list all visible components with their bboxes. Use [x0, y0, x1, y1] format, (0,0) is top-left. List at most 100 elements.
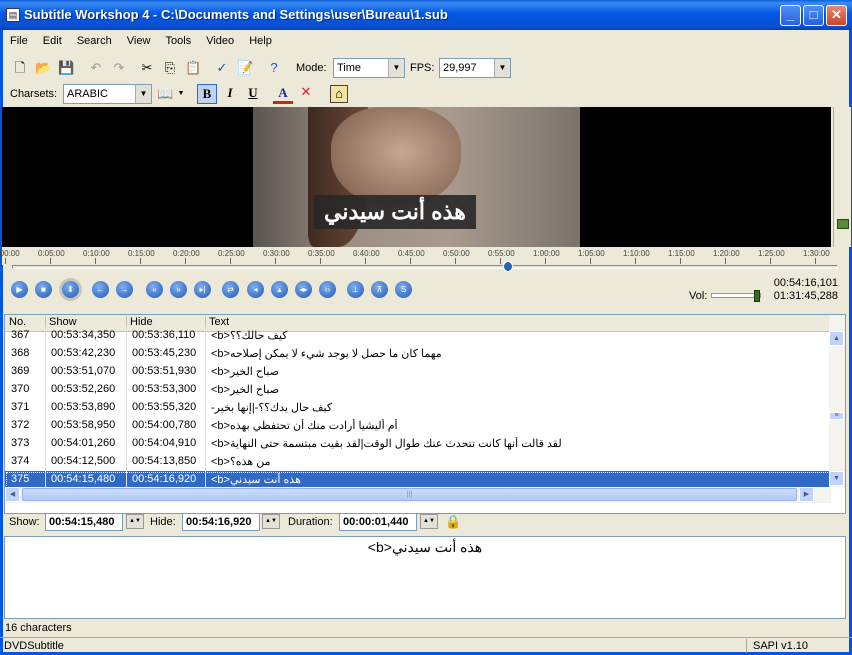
clear-format-button[interactable]: ✕ [296, 84, 316, 104]
font-color-button[interactable]: A [273, 84, 293, 104]
cut-icon[interactable]: ✂ [139, 60, 155, 76]
table-row[interactable]: 367 00:53:34,350 00:53:36,110 <b>كيف حالك؟؟ [5, 327, 831, 345]
help-icon[interactable]: ? [266, 60, 282, 76]
forward-icon[interactable]: → [116, 281, 133, 298]
undo-icon[interactable]: ↶ [88, 60, 104, 76]
charset-select[interactable]: ARABIC ▼ [63, 84, 152, 104]
cell-text: <b>مهما كان ما حصل لا يوجد شيء لا يمكن إ… [211, 348, 442, 360]
show-time-field[interactable]: 00:54:15,480 [45, 513, 123, 531]
hide-time-field[interactable]: 00:54:16,920 [182, 513, 260, 531]
table-row[interactable]: 369 00:53:51,070 00:53:51,930 <b>صباح الخير [5, 363, 831, 381]
timeline-tick-mark [725, 258, 726, 264]
chevron-down-icon[interactable]: ▼ [494, 59, 510, 77]
subtitle-text-editor[interactable]: <b>هذه أنت سيدني [4, 536, 846, 619]
open-folder-icon[interactable]: 📂 [35, 60, 51, 76]
fps-label: FPS: [410, 62, 435, 74]
chevron-down-icon[interactable]: ▼ [173, 86, 189, 102]
step-forward-icon[interactable]: ▸| [194, 281, 211, 298]
grid-horizontal-scrollbar[interactable]: ◀ ||| ▶ [5, 487, 831, 503]
italic-button[interactable]: I [220, 84, 240, 104]
duration-spinner[interactable]: ▲▼ [420, 514, 438, 529]
table-row[interactable]: 368 00:53:42,230 00:53:45,230 <b>مهما كان م… [5, 345, 831, 363]
volume-slider[interactable] [711, 290, 761, 302]
cell-show: 00:54:12,500 [51, 455, 116, 467]
menu-edit[interactable]: Edit [37, 33, 68, 49]
previous-subtitle-icon[interactable]: « [146, 281, 163, 298]
home-icon[interactable]: ⌂ [330, 85, 348, 103]
maximize-button[interactable]: □ [803, 5, 824, 26]
scroll-down-icon[interactable]: ▼ [829, 471, 844, 486]
timeline-ruler[interactable]: 0:00:00 0:05:00 0:10:00 0:15:00 0:20:00 0:25:… [0, 247, 831, 265]
editor-text[interactable]: <b>هذه أنت سيدني [5, 539, 845, 556]
fps-select[interactable]: 29,997 ▼ [439, 58, 511, 78]
book-icon[interactable]: 📖 [157, 86, 173, 102]
volume-thumb[interactable] [754, 290, 760, 302]
video-face [331, 107, 461, 207]
show-time-spinner[interactable]: ▲▼ [126, 514, 144, 529]
loop-icon[interactable]: ⇄ [222, 281, 239, 298]
cell-hide: 00:54:04,910 [132, 437, 197, 449]
cell-hide: 00:53:55,320 [132, 401, 197, 413]
scroll-follow-icon[interactable]: ⬇ [62, 281, 79, 298]
chevron-down-icon[interactable]: ▼ [135, 85, 151, 103]
mode-select[interactable]: Time ▼ [333, 58, 405, 78]
table-row[interactable]: 374 00:54:12,500 00:54:13,850 <b>من هذه؟ [5, 453, 831, 471]
menu-bar: File Edit Search View Tools Video Help [4, 33, 278, 51]
redo-icon[interactable]: ↷ [111, 60, 127, 76]
menu-tools[interactable]: Tools [159, 33, 197, 49]
save-icon[interactable]: 💾 [58, 60, 74, 76]
set-end-icon[interactable]: ▴ [271, 281, 288, 298]
duration-field[interactable]: 00:00:01,440 [339, 513, 417, 531]
table-row[interactable]: 370 00:53:52,260 00:53:53,300 <b>صباح الخير [5, 381, 831, 399]
end-subtitle-icon[interactable]: ‹› [319, 281, 336, 298]
new-file-icon[interactable]: 🗋 [12, 60, 28, 76]
set-start-icon[interactable]: ◂ [247, 281, 264, 298]
copy-icon[interactable]: ⎘ [162, 60, 178, 76]
spellcheck-icon[interactable]: ✓ [214, 60, 230, 76]
stop-icon[interactable]: ■ [35, 281, 52, 298]
play-icon[interactable]: ▶ [11, 281, 28, 298]
chevron-down-icon[interactable]: ▼ [388, 59, 404, 77]
properties-icon[interactable]: 📝 [237, 60, 253, 76]
lock-icon[interactable]: 🔒 [445, 514, 461, 530]
horizontal-scroll-thumb[interactable]: ||| [22, 488, 797, 501]
start-subtitle-icon[interactable]: ◂▸ [295, 281, 312, 298]
table-row[interactable]: 372 00:53:58,950 00:54:00,780 <b>أم أليشيا … [5, 417, 831, 435]
side-slider-thumb[interactable] [837, 219, 849, 229]
seek-thumb[interactable] [502, 261, 513, 272]
hide-label: Hide: [150, 516, 176, 528]
vertical-scroll-thumb[interactable]: ≡ [829, 412, 844, 420]
bold-button[interactable]: B [197, 84, 217, 104]
menu-video[interactable]: Video [200, 33, 240, 49]
seek-bar[interactable] [12, 261, 838, 272]
menu-search[interactable]: Search [71, 33, 118, 49]
add-subtitle-icon[interactable]: ⊥ [347, 281, 364, 298]
video-preview[interactable]: هذه أنت سيدني [2, 107, 831, 247]
volume-label: Vol: [689, 290, 708, 302]
close-button[interactable]: ✕ [826, 5, 847, 26]
subtitle-grid[interactable]: No. Show Hide Text 367 00:53:34,350 00:53:… [4, 314, 846, 514]
underline-button[interactable]: U [243, 84, 263, 104]
table-row[interactable]: 373 00:54:01,260 00:54:04,910 <b>لقد قالت أ… [5, 435, 831, 453]
rewind-icon[interactable]: ← [92, 281, 109, 298]
timeline-tick-mark [5, 258, 6, 264]
scroll-up-icon[interactable]: ▲ [829, 331, 844, 346]
cell-no: 371 [11, 401, 30, 413]
sync-icon[interactable]: S [395, 281, 412, 298]
paste-icon[interactable]: 📋 [185, 60, 201, 76]
menu-file[interactable]: File [4, 33, 34, 49]
menu-view[interactable]: View [121, 33, 157, 49]
grid-vertical-scrollbar[interactable]: ▲ ≡ ▼ [829, 315, 845, 487]
video-side-slider[interactable] [833, 107, 851, 247]
menu-help[interactable]: Help [243, 33, 278, 49]
table-row[interactable]: 371 00:53:53,890 00:53:55,320 -كيف حال يدك؟… [5, 399, 831, 417]
hide-time-spinner[interactable]: ▲▼ [262, 514, 280, 529]
timeline-tick-mark [320, 258, 321, 264]
minimize-button[interactable]: _ [780, 5, 801, 26]
shift-time-icon[interactable]: ⊼ [371, 281, 388, 298]
current-time: 00:54:16,101 [773, 277, 838, 289]
scroll-left-icon[interactable]: ◀ [5, 487, 20, 502]
cell-hide: 00:53:36,110 [132, 329, 196, 341]
next-subtitle-icon[interactable]: » [170, 281, 187, 298]
scroll-right-icon[interactable]: ▶ [799, 487, 814, 502]
